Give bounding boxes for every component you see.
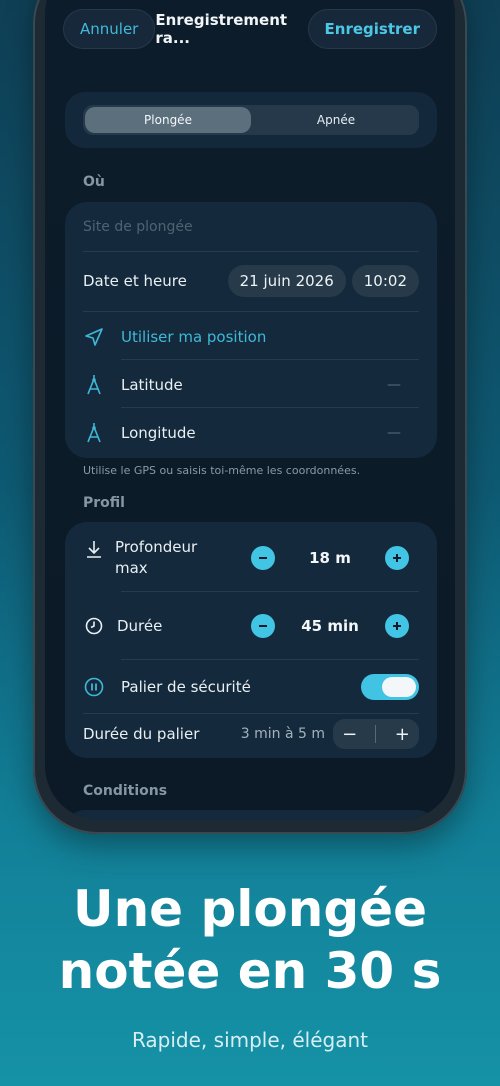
stop-duration-increase-button[interactable]: + xyxy=(395,724,410,745)
safety-stop-label: Palier de sécurité xyxy=(121,678,251,696)
depth-stepper: 18 m xyxy=(251,546,409,570)
section-profile-label: Profil xyxy=(83,495,125,511)
arrow-down-icon xyxy=(83,538,105,560)
date-time-row: Date et heure 21 juin 2026 10:02 xyxy=(83,264,419,298)
dive-site-placeholder: Site de plongée xyxy=(83,219,193,235)
duration-row: Durée 45 min xyxy=(83,604,419,648)
stop-duration-decrease-button[interactable]: − xyxy=(342,724,357,745)
promo-headline-line2: notée en 30 s xyxy=(58,942,442,1000)
conditions-card xyxy=(65,810,437,820)
longitude-label: Longitude xyxy=(121,424,196,442)
duration-increase-button[interactable] xyxy=(385,614,409,638)
plus-icon xyxy=(393,622,401,630)
location-arrow-icon xyxy=(83,326,105,348)
longitude-row[interactable]: Longitude — xyxy=(83,420,419,446)
divider xyxy=(83,311,419,312)
depth-value: 18 m xyxy=(309,549,351,567)
mode-segmented-control-container: Plongée Apnée xyxy=(65,92,437,148)
dive-site-field[interactable]: Site de plongée xyxy=(83,216,419,238)
depth-increase-button[interactable] xyxy=(385,546,409,570)
safety-stop-row: Palier de sécurité xyxy=(83,672,419,702)
segment-dive[interactable]: Plongée xyxy=(85,107,251,133)
use-position-row[interactable]: Utiliser ma position xyxy=(83,324,419,350)
duration-stepper: 45 min xyxy=(251,614,409,638)
compass-icon xyxy=(83,374,105,396)
segment-freedive[interactable]: Apnée xyxy=(253,105,419,135)
divider xyxy=(83,713,419,714)
save-button[interactable]: Enregistrer xyxy=(307,9,437,49)
longitude-value: — xyxy=(387,425,401,441)
latitude-row[interactable]: Latitude — xyxy=(83,372,419,398)
stop-duration-row: Durée du palier 3 min à 5 m − + xyxy=(83,718,419,750)
cancel-button[interactable]: Annuler xyxy=(63,9,156,49)
stop-duration-label: Durée du palier xyxy=(83,725,200,743)
max-depth-row: Profondeur max 18 m xyxy=(83,536,419,580)
max-depth-label: Profondeur max xyxy=(115,537,197,579)
gps-hint: Utilise le GPS ou saisis toi-même les co… xyxy=(83,464,361,477)
nav-title: Enregistrement ra... xyxy=(155,11,288,47)
max-depth-label-line2: max xyxy=(115,559,148,577)
stepper-separator xyxy=(375,725,377,743)
section-where-label: Où xyxy=(83,174,105,190)
max-depth-label-line1: Profondeur xyxy=(115,538,198,556)
date-time-label: Date et heure xyxy=(83,272,187,290)
duration-decrease-button[interactable] xyxy=(251,614,275,638)
divider xyxy=(121,359,419,360)
promo-subline: Rapide, simple, élégant xyxy=(131,1028,369,1052)
duration-label: Durée xyxy=(117,617,163,635)
divider xyxy=(121,659,419,660)
divider xyxy=(83,251,419,252)
clock-icon xyxy=(83,615,105,637)
time-chip[interactable]: 10:02 xyxy=(351,265,419,297)
safety-stop-toggle[interactable] xyxy=(361,674,419,700)
latitude-value: — xyxy=(387,377,401,393)
section-conditions-label: Conditions xyxy=(83,783,168,799)
pause-circle-icon xyxy=(83,676,105,698)
minus-icon xyxy=(259,557,267,559)
compass-icon xyxy=(83,422,105,444)
duration-value: 45 min xyxy=(301,617,359,635)
minus-icon xyxy=(259,625,267,627)
divider xyxy=(121,407,419,408)
date-chip[interactable]: 21 juin 2026 xyxy=(227,265,346,297)
plus-icon xyxy=(393,554,401,562)
use-position-label: Utiliser ma position xyxy=(121,328,267,346)
profile-card: Profondeur max 18 m Durée 45 min Palier … xyxy=(65,522,437,758)
where-card: Site de plongée Date et heure 21 juin 20… xyxy=(65,202,437,458)
stop-duration-stepper: − + xyxy=(333,719,419,749)
depth-decrease-button[interactable] xyxy=(251,546,275,570)
stop-duration-value: 3 min à 5 m xyxy=(240,726,325,742)
mode-segmented-control: Plongée Apnée xyxy=(83,105,419,135)
app-screen: Annuler Enregistrement ra... Enregistrer… xyxy=(45,0,455,820)
toggle-knob xyxy=(382,677,416,697)
divider xyxy=(121,591,419,592)
latitude-label: Latitude xyxy=(121,376,183,394)
nav-bar: Annuler Enregistrement ra... Enregistrer xyxy=(63,8,437,50)
promo-headline: Une plongée notée en 30 s xyxy=(0,878,500,1002)
promo-headline-line1: Une plongée xyxy=(72,880,427,938)
